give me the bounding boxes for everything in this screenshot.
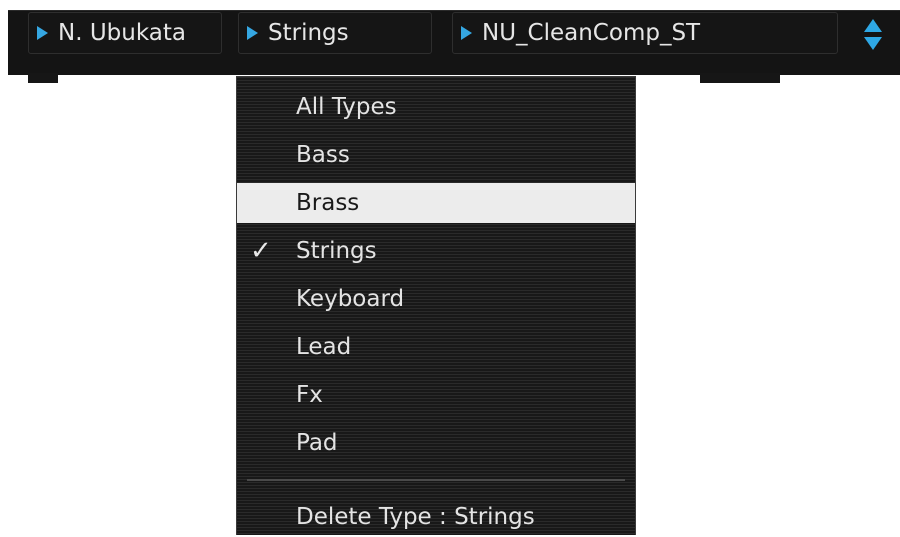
menu-item-all-types[interactable]: All Types	[237, 87, 635, 127]
arrow-down-icon[interactable]	[864, 37, 882, 50]
menu-item-label: Lead	[296, 334, 352, 360]
menu-item-lead[interactable]: Lead	[237, 327, 635, 367]
checkmark-icon: ✓	[250, 236, 272, 266]
author-selector-label: N. Ubukata	[58, 20, 186, 46]
menu-item-label: Brass	[296, 190, 360, 216]
menu-item-keyboard[interactable]: Keyboard	[237, 279, 635, 319]
play-triangle-icon	[37, 26, 48, 40]
menu-item-label: All Types	[296, 94, 397, 120]
arrow-up-icon[interactable]	[864, 19, 882, 32]
preset-selector-label: NU_CleanComp_ST	[482, 20, 701, 46]
play-triangle-icon	[461, 26, 472, 40]
toolbar-shadow-right	[700, 73, 780, 83]
menu-item-label: Pad	[296, 430, 338, 456]
menu-item-brass[interactable]: Brass	[237, 183, 635, 223]
menu-item-delete-type[interactable]: Delete Type : Strings	[237, 497, 635, 537]
menu-item-bass[interactable]: Bass	[237, 135, 635, 175]
menu-item-label: Strings	[296, 238, 377, 264]
toolbar-shadow-left	[28, 73, 58, 83]
author-selector[interactable]: N. Ubukata	[28, 12, 222, 54]
type-dropdown-menu: All Types Bass Brass ✓ Strings Keyboard …	[236, 76, 636, 535]
menu-item-fx[interactable]: Fx	[237, 375, 635, 415]
type-selector[interactable]: Strings	[238, 12, 432, 54]
menu-item-label: Keyboard	[296, 286, 405, 312]
menu-item-strings[interactable]: ✓ Strings	[237, 231, 635, 271]
menu-separator	[247, 479, 625, 481]
menu-item-label: Fx	[296, 382, 323, 408]
menu-item-pad[interactable]: Pad	[237, 423, 635, 463]
preset-spinner[interactable]	[862, 18, 884, 52]
play-triangle-icon	[247, 26, 258, 40]
menu-item-label: Delete Type : Strings	[296, 504, 535, 530]
menu-item-label: Bass	[296, 142, 350, 168]
type-selector-label: Strings	[268, 20, 349, 46]
preset-selector[interactable]: NU_CleanComp_ST	[452, 12, 838, 54]
